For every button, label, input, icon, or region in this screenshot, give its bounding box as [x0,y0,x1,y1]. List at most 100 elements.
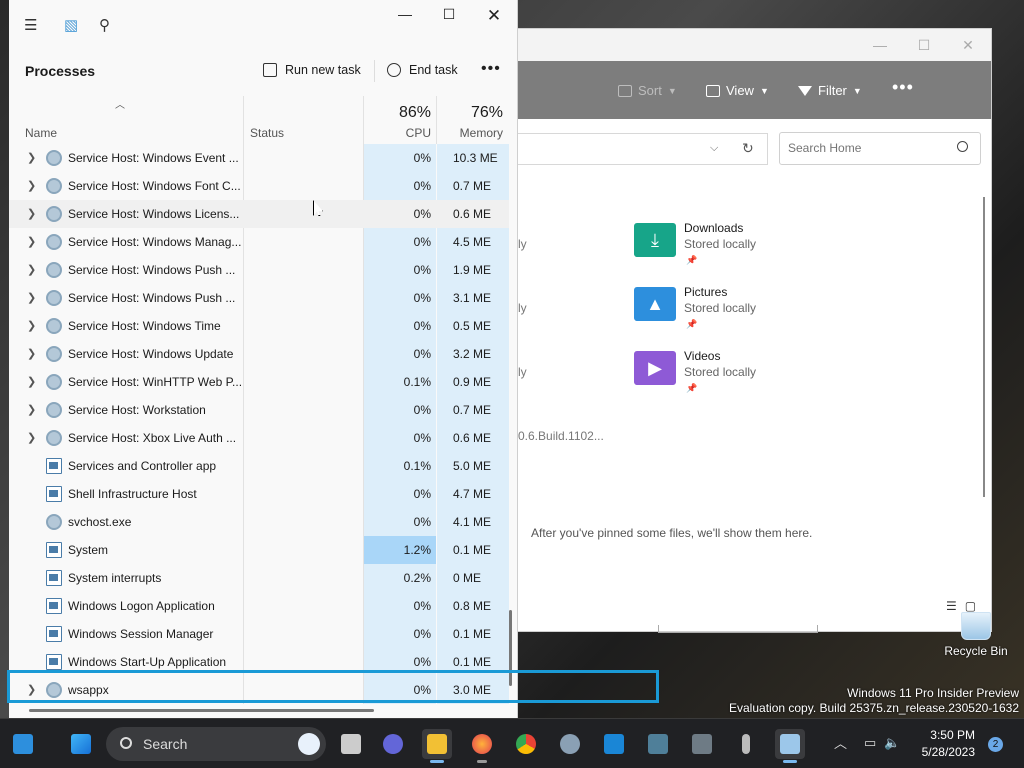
settings-button[interactable] [555,729,585,759]
remote-desktop-button[interactable] [599,729,629,759]
column-divider[interactable] [363,96,364,144]
table-row[interactable]: System interrupts 0.2% 0 ME [9,564,509,592]
chevron-right-icon[interactable]: ❯ [27,235,36,248]
table-row[interactable]: ❯ Service Host: Windows Push ... 0% 3.1 ME [9,284,509,312]
table-row[interactable]: ❯ Service Host: Windows Update 0% 3.2 ME [9,340,509,368]
widgets-button[interactable] [8,729,38,759]
task-manager-window[interactable]: ☰ ▧ ⚲ — ☐ ✕ Processes Run new task End t… [9,0,518,718]
system-tray[interactable]: ▭🔈 [864,735,908,751]
task-manager-titlebar[interactable]: ☰ ▧ ⚲ — ☐ ✕ [9,0,517,48]
search-icon[interactable]: ⚲ [99,16,110,34]
table-row[interactable]: Shell Infrastructure Host 0% 4.7 ME [9,480,509,508]
column-divider[interactable] [436,96,437,144]
table-row[interactable]: ❯ Service Host: Windows Push ... 0% 1.9 ME [9,256,509,284]
explorer-close-button[interactable]: ✕ [946,33,990,57]
firefox-button[interactable] [467,729,497,763]
column-name[interactable]: Name [25,126,57,140]
chevron-right-icon[interactable]: ❯ [27,375,36,388]
microphone-button[interactable] [731,729,761,759]
column-memory[interactable]: Memory [439,126,503,140]
tiles-view-icon[interactable]: ▢ [965,599,984,613]
folder-name: Downloads [684,221,744,235]
chevron-right-icon[interactable]: ❯ [27,291,36,304]
column-cpu[interactable]: CPU [365,126,431,140]
table-row[interactable]: Services and Controller app 0.1% 5.0 ME [9,452,509,480]
table-row[interactable]: ❯ Service Host: Windows Font C... 0% 0.7 ME [9,172,509,200]
view-toggle[interactable]: ☰▢ [946,599,984,613]
explorer-search-input[interactable] [788,141,948,155]
file-explorer-button[interactable] [422,729,452,763]
chevron-right-icon[interactable]: ❯ [27,207,36,220]
filter-button[interactable]: Filter ▼ [798,83,862,98]
process-list-horizontal-scrollbar[interactable] [29,709,374,712]
sort-up-icon: ︿ [115,100,125,111]
task-manager-button[interactable] [775,729,805,763]
minimize-button[interactable]: — [383,6,427,26]
details-view-icon[interactable]: ☰ [946,599,965,613]
start-button[interactable] [66,729,96,759]
chevron-right-icon[interactable]: ❯ [27,431,36,444]
sort-button[interactable]: Sort ▼ [618,83,677,98]
table-row[interactable]: ❯ Service Host: Windows Time 0% 0.5 ME [9,312,509,340]
file-explorer-window[interactable]: — ☐ ✕ Sort ▼ View ▼ Filter ▼ ••• ⌵ ↻ Sea… [517,28,992,633]
table-row[interactable]: svchost.exe 0% 4.1 ME [9,508,509,536]
explorer-search-box[interactable] [779,132,981,165]
table-row[interactable]: ❯ Service Host: Windows Event ... 0% 10.3 M… [9,144,509,172]
chevron-down-icon[interactable]: ⌵ [710,142,718,155]
recycle-bin[interactable]: Recycle Bin [940,612,1012,658]
more-options-button[interactable]: ••• [892,77,914,98]
explorer-minimize-button[interactable]: — [858,33,902,57]
quick-access-videos[interactable]: ▶ Videos Stored locally 📌 [634,349,834,397]
close-button[interactable]: ✕ [472,6,516,26]
hamburger-menu-icon[interactable]: ☰ [24,16,37,34]
network-icon[interactable]: ▭ [864,735,884,750]
refresh-icon[interactable]: ↻ [742,140,754,157]
explorer-maximize-button[interactable]: ☐ [902,33,946,57]
chrome-button[interactable] [511,729,541,759]
table-row[interactable]: Windows Logon Application 0% 0.8 ME [9,592,509,620]
column-divider[interactable] [243,96,244,144]
explorer-scrollbar[interactable] [983,197,985,497]
sort-label: Sort [638,83,662,98]
clock-time[interactable]: 3:50 PM [905,728,975,742]
task-view-button[interactable] [336,729,366,759]
view-button[interactable]: View ▼ [706,83,769,98]
chevron-right-icon[interactable]: ❯ [27,179,36,192]
table-row[interactable]: ❯ Service Host: Windows Licens... 0% 0.6 ME [9,200,509,228]
meet-icon [383,734,403,754]
table-row[interactable]: ❯ Service Host: Windows Manag... 0% 4.5 ME [9,228,509,256]
chevron-right-icon[interactable]: ❯ [27,347,36,360]
app-button[interactable] [643,729,673,759]
table-row[interactable]: ❯ Service Host: Xbox Live Auth ... 0% 0.6 M… [9,424,509,452]
meet-button[interactable] [378,729,408,759]
address-bar[interactable]: ⌵ ↻ [518,133,768,165]
bing-icon[interactable] [298,733,320,755]
end-task-button[interactable]: End task [387,63,458,77]
taskbar-search[interactable]: Search [106,727,326,761]
chevron-right-icon[interactable]: ❯ [27,403,36,416]
explorer-titlebar[interactable]: — ☐ ✕ [518,29,991,61]
chevron-up-icon[interactable]: ︿ [834,733,847,752]
table-row[interactable]: Windows Session Manager 0% 0.1 ME [9,620,509,648]
process-cpu: 0% [413,403,431,417]
run-new-task-button[interactable]: Run new task [263,63,361,77]
notification-badge[interactable]: 2 [988,737,1003,752]
more-options-button[interactable]: ••• [481,60,501,78]
clock-date[interactable]: 5/28/2023 [905,745,975,759]
chevron-right-icon[interactable]: ❯ [27,151,36,164]
quick-access-pictures[interactable]: ▲ Pictures Stored locally 📌 [634,285,834,333]
process-memory: 0.6 ME [453,207,492,221]
table-row[interactable]: ❯ Service Host: WinHTTP Web P... 0.1% 0.9 M… [9,368,509,396]
table-row[interactable]: ❯ Service Host: Workstation 0% 0.7 ME [9,396,509,424]
maximize-button[interactable]: ☐ [427,6,471,26]
table-row[interactable]: System 1.2% 0.1 ME [9,536,509,564]
app-button[interactable] [687,729,717,759]
search-icon[interactable] [957,141,968,152]
selected-row-highlight [7,670,659,703]
process-cpu: 0% [413,319,431,333]
process-name: Service Host: Workstation [68,403,206,417]
chevron-right-icon[interactable]: ❯ [27,263,36,276]
column-status[interactable]: Status [250,126,284,140]
chevron-right-icon[interactable]: ❯ [27,319,36,332]
quick-access-downloads[interactable]: ⤓ Downloads Stored locally 📌 [634,221,834,269]
